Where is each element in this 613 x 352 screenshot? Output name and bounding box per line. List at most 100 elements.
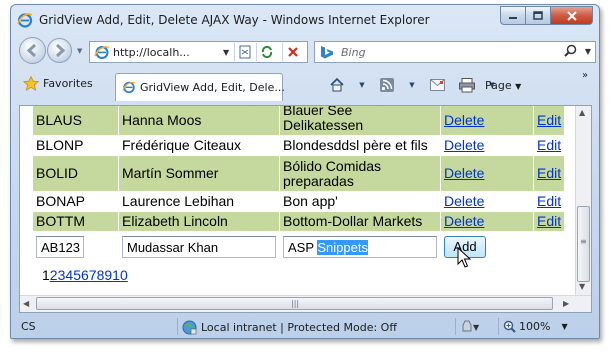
company-name-cell: Blauer See Delikatessen (279, 106, 441, 136)
grip-icon: ≡ (580, 237, 587, 246)
zoom-dropdown-icon: ▼ (561, 322, 568, 331)
footer-insert-row: AB123 Mudassar Khan ASP Snippets Add (32, 231, 566, 262)
status-text: CS (21, 320, 36, 333)
maximize-button[interactable] (525, 6, 550, 25)
edit-link[interactable]: Edit (537, 193, 561, 209)
browser-tab[interactable]: GridView Add, Edit, Dele... (115, 73, 285, 101)
ie-window: GridView Add, Edit, Delete AJAX Way - Wi… (10, 4, 600, 339)
contact-name-input[interactable]: Mudassar Khan (122, 235, 276, 258)
footer-name-cell: Mudassar Khan (118, 231, 280, 262)
back-button[interactable] (19, 37, 46, 64)
feeds-dropdown-icon[interactable]: ▼ (409, 77, 415, 93)
grid-pager: 12345678910 (42, 267, 128, 283)
edit-cell: Edit (532, 155, 566, 192)
footer-company-cell: ASP Snippets (279, 231, 441, 262)
print-icon[interactable] (459, 77, 475, 93)
address-bar[interactable]: http://localh... ▼ (89, 41, 308, 63)
feeds-icon[interactable] (379, 77, 395, 93)
compatibility-view-button[interactable] (234, 43, 254, 61)
edit-link[interactable]: Edit (537, 213, 561, 229)
company-line-2: preparadas (283, 172, 354, 189)
vertical-scroll-thumb[interactable]: ≡ (577, 206, 590, 282)
address-dropdown[interactable]: ▼ (223, 48, 229, 57)
search-box[interactable]: Bing ▼ (314, 41, 596, 63)
page-icon (94, 46, 110, 59)
delete-link[interactable]: Delete (444, 137, 484, 153)
close-window-button[interactable] (550, 6, 593, 25)
contact-name-cell: Hanna Moos (118, 106, 280, 136)
svg-text:▼: ▼ (473, 323, 480, 332)
pager-link[interactable]: 7 (89, 267, 97, 283)
window-title: GridView Add, Edit, Delete AJAX Way - Wi… (39, 13, 430, 27)
search-magnifier-icon[interactable] (564, 44, 577, 60)
mail-icon[interactable] (429, 77, 445, 93)
vertical-scrollbar[interactable]: ▲ ≡ ▼ (575, 106, 591, 295)
delete-link[interactable]: Delete (444, 165, 484, 181)
command-icons: ▼ ▼ ▼ (329, 77, 495, 93)
recent-pages-dropdown[interactable]: ▼ (77, 47, 82, 55)
minimize-button[interactable] (500, 6, 525, 25)
contact-name-cell: Frédérique Citeaux (118, 135, 280, 156)
stop-icon (287, 47, 298, 57)
scroll-up-arrow-icon[interactable]: ▲ (579, 108, 585, 117)
contact-name-cell: Elizabeth Lincoln (118, 211, 280, 232)
customer-id-cell: BOLID (32, 155, 119, 192)
forward-arrow-icon (55, 43, 66, 58)
scroll-down-arrow-icon[interactable]: ▼ (579, 282, 585, 291)
scroll-right-arrow-icon[interactable]: ▶ (563, 299, 569, 308)
refresh-button[interactable] (256, 43, 276, 61)
zone-text: Local intranet | Protected Mode: Off (201, 321, 397, 334)
edit-link[interactable]: Edit (537, 165, 561, 181)
favorites-button[interactable]: Favorites (23, 76, 93, 91)
security-zone[interactable]: Local intranet | Protected Mode: Off (182, 320, 397, 335)
favorites-command-bar: Favorites GridView Add, Edit, Dele... ▼ … (11, 67, 599, 101)
customers-gridview: BLAUS Hanna Moos Blauer See Delikatessen… (32, 106, 566, 262)
grip-icon: ||| (291, 299, 300, 308)
delete-cell: Delete (440, 106, 534, 136)
pager-link[interactable]: 9 (104, 267, 112, 283)
title-bar[interactable]: GridView Add, Edit, Delete AJAX Way - Wi… (11, 5, 599, 35)
search-options-dropdown[interactable]: ▼ (585, 47, 591, 56)
tab-title: GridView Add, Edit, Dele... (140, 81, 285, 94)
horizontal-scrollbar[interactable]: ◀ ||| ▶ (20, 295, 591, 312)
delete-link[interactable]: Delete (444, 112, 484, 128)
protected-mode-icon[interactable]: ▼ (459, 319, 481, 336)
more-commands-chevron[interactable]: » (582, 70, 588, 81)
close-icon (566, 10, 577, 21)
customer-id-cell: BOTTM (32, 211, 119, 232)
pager-link[interactable]: 6 (81, 267, 89, 283)
customer-id-cell: BONAP (32, 191, 119, 212)
page-menu-button[interactable]: Page ▼ (485, 79, 521, 92)
pager-current-page: 1 (42, 267, 50, 283)
footer-add-cell: Add (440, 231, 534, 262)
pager-link[interactable]: 5 (73, 267, 81, 283)
zoom-level: 100% (519, 320, 551, 333)
home-dropdown-icon[interactable]: ▼ (359, 77, 365, 93)
forward-button[interactable] (47, 38, 72, 63)
delete-link[interactable]: Delete (444, 213, 484, 229)
zoom-control[interactable]: 100% ▼ (503, 320, 568, 333)
edit-link[interactable]: Edit (537, 112, 561, 128)
company-line-1: Bólido Comidas (283, 157, 382, 174)
customer-id-input[interactable]: AB123 (36, 235, 84, 258)
address-row: ▼ http://localh... ▼ Bing ▼ (11, 36, 599, 67)
company-name-cell: Bólido Comidas preparadas (279, 155, 441, 192)
home-icon[interactable] (329, 77, 345, 93)
edit-cell: Edit (532, 135, 566, 156)
delete-link[interactable]: Delete (444, 193, 484, 209)
footer-empty-cell (532, 231, 566, 262)
page-menu-dropdown-icon: ▼ (515, 82, 522, 91)
company-name-input[interactable]: ASP Snippets (283, 235, 437, 258)
stop-button[interactable] (282, 43, 302, 61)
scroll-left-arrow-icon[interactable]: ◀ (23, 299, 29, 308)
mouse-cursor-icon (457, 247, 471, 268)
edit-link[interactable]: Edit (537, 137, 561, 153)
star-icon (23, 76, 39, 91)
horizontal-scroll-thumb[interactable]: ||| (36, 297, 553, 310)
contact-name-cell: Martín Sommer (118, 155, 280, 192)
pager-link[interactable]: 10 (112, 267, 128, 283)
edit-cell: Edit (532, 106, 566, 136)
pager-link[interactable]: 2 (50, 267, 58, 283)
url-text: http://localh... (113, 46, 190, 59)
delete-cell: Delete (440, 191, 534, 212)
